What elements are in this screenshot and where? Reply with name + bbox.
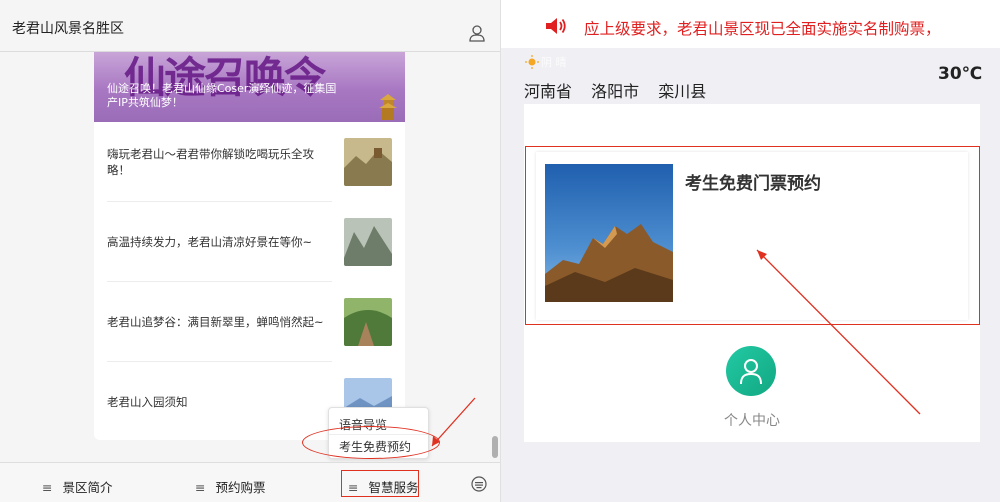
annotation-arrow	[431, 397, 476, 447]
annotation-arrow	[756, 249, 921, 415]
annotation-arrows	[431, 249, 921, 447]
screen: 老君山风景名胜区 仙途召唤令 仙途召唤！老君山仙缘Coser演绎仙迹，征集国产I…	[0, 0, 1000, 502]
